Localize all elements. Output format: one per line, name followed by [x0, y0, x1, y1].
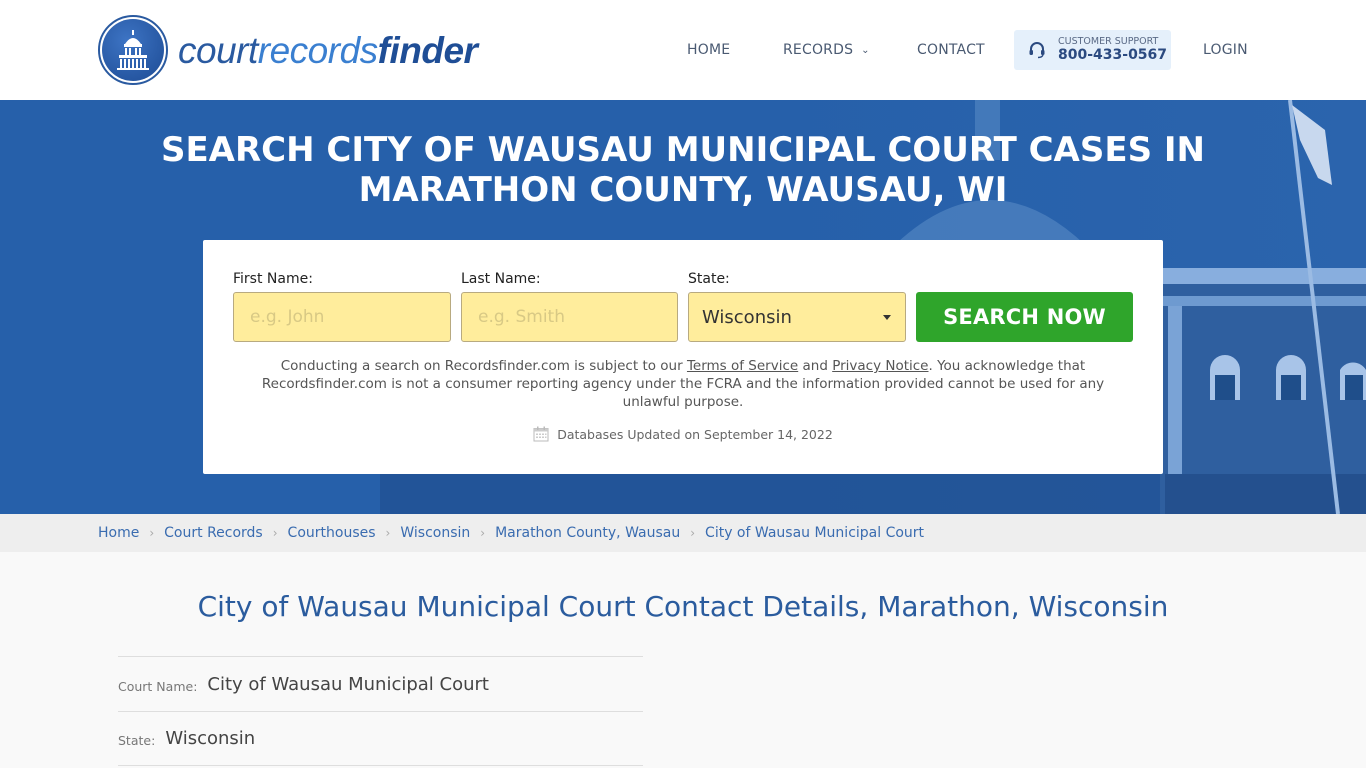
- logo-text-finder: finder: [377, 29, 478, 71]
- detail-value: Wisconsin: [165, 728, 256, 749]
- headset-icon: [1029, 42, 1045, 59]
- database-updated-text: Databases Updated on September 14, 2022: [557, 426, 833, 442]
- state-selected-value: Wisconsin: [702, 306, 792, 328]
- nav-records-label: RECORDS: [783, 42, 854, 58]
- chevron-right-icon: ›: [385, 526, 391, 540]
- breadcrumb-bar: Home › Court Records › Courthouses › Wis…: [0, 514, 1366, 552]
- logo-link[interactable]: courtrecordsfinder: [98, 15, 478, 85]
- database-updated-notice: Databases Updated on September 14, 2022: [203, 426, 1163, 442]
- breadcrumb: Home › Court Records › Courthouses › Wis…: [98, 514, 924, 552]
- detail-label: State:: [118, 733, 156, 748]
- breadcrumb-court-records[interactable]: Court Records: [164, 525, 263, 541]
- page-heading: City of Wausau Municipal Court Contact D…: [197, 590, 1169, 623]
- nav-login[interactable]: LOGIN: [1203, 42, 1248, 58]
- detail-label: Court Name:: [118, 678, 198, 694]
- hero-section: SEARCH CITY OF WAUSAU MUNICIPAL COURT CA…: [0, 100, 1366, 514]
- logo-text-court: court: [178, 29, 258, 71]
- nav-home[interactable]: HOME: [687, 42, 730, 58]
- breadcrumb-current-court[interactable]: City of Wausau Municipal Court: [705, 525, 924, 541]
- disclaimer-text-2: and: [798, 358, 833, 374]
- nav-contact[interactable]: CONTACT: [917, 42, 985, 58]
- privacy-notice-link[interactable]: Privacy Notice: [832, 358, 928, 374]
- search-form: First Name: Last Name: State: Wisconsin …: [203, 240, 1163, 474]
- last-name-label: Last Name:: [461, 271, 541, 287]
- logo-text-records: records: [257, 29, 378, 71]
- court-details: Court Name: City of Wausau Municipal Cou…: [118, 656, 643, 766]
- detail-row-state: State: Wisconsin: [118, 711, 643, 766]
- search-disclaimer: Conducting a search on Recordsfinder.com…: [243, 357, 1123, 411]
- breadcrumb-wisconsin[interactable]: Wisconsin: [400, 525, 470, 541]
- chevron-right-icon: ›: [480, 526, 486, 540]
- logo-wordmark: courtrecordsfinder: [178, 29, 478, 71]
- detail-row-court-name: Court Name: City of Wausau Municipal Cou…: [118, 656, 643, 711]
- capitol-logo-icon: [98, 15, 168, 85]
- customer-support-phone[interactable]: CUSTOMER SUPPORT 800-433-0567: [1014, 30, 1171, 70]
- chevron-right-icon: ›: [272, 526, 278, 540]
- terms-of-service-link[interactable]: Terms of Service: [687, 358, 798, 374]
- site-header: courtrecordsfinder HOME RECORDS ⌄ CONTAC…: [0, 0, 1366, 100]
- chevron-right-icon: ›: [690, 526, 696, 540]
- first-name-label: First Name:: [233, 271, 313, 287]
- chevron-down-icon: ⌄: [861, 44, 870, 56]
- disclaimer-text-1: Conducting a search on Recordsfinder.com…: [280, 358, 687, 374]
- support-phone: 800-433-0567: [1058, 47, 1168, 63]
- chevron-right-icon: ›: [149, 526, 155, 540]
- detail-value: City of Wausau Municipal Court: [207, 673, 489, 695]
- search-now-button[interactable]: SEARCH NOW: [916, 292, 1133, 342]
- breadcrumb-marathon-county[interactable]: Marathon County, Wausau: [495, 525, 680, 541]
- state-label: State:: [688, 271, 730, 287]
- hero-title-line1: SEARCH CITY OF WAUSAU MUNICIPAL COURT CA…: [160, 130, 1206, 170]
- calendar-icon: [533, 426, 549, 442]
- last-name-input[interactable]: [461, 292, 678, 342]
- hero-title-line2: MARATHON COUNTY, WAUSAU, WI: [358, 170, 1008, 210]
- first-name-input[interactable]: [233, 292, 451, 342]
- hero-title: SEARCH CITY OF WAUSAU MUNICIPAL COURT CA…: [0, 130, 1366, 210]
- caret-down-icon: [883, 315, 891, 320]
- breadcrumb-home[interactable]: Home: [98, 525, 139, 541]
- state-select[interactable]: Wisconsin: [688, 292, 906, 342]
- support-label: CUSTOMER SUPPORT: [1058, 36, 1159, 47]
- breadcrumb-courthouses[interactable]: Courthouses: [288, 525, 376, 541]
- nav-records-dropdown[interactable]: RECORDS ⌄: [783, 42, 870, 58]
